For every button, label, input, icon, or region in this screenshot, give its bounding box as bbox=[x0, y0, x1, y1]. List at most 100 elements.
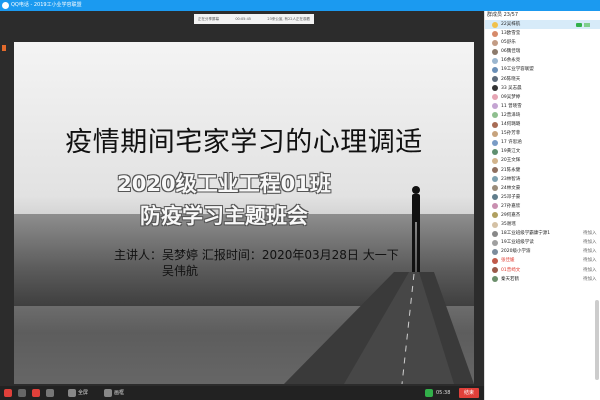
member-name: 张佳媛 bbox=[501, 258, 515, 264]
member-row[interactable]: 01曾崎文 待加入 bbox=[485, 266, 600, 275]
member-status: 待加入 bbox=[583, 249, 597, 255]
slide-title: 疫情期间宅家学习的心理调适 bbox=[65, 127, 423, 158]
avatar bbox=[492, 267, 498, 274]
member-row[interactable]: 张佳媛 待加入 bbox=[485, 256, 600, 265]
avatar bbox=[492, 276, 498, 283]
member-row[interactable]: 22吴梓航 bbox=[485, 20, 600, 30]
member-row[interactable]: 19黄江文 bbox=[485, 147, 600, 156]
avatar bbox=[492, 221, 498, 228]
member-row[interactable]: 14何璐璐 bbox=[485, 120, 600, 129]
member-name: 21陈永健 bbox=[501, 167, 521, 173]
member-row[interactable]: 19工业学容联盟 bbox=[485, 65, 600, 74]
avatar bbox=[492, 139, 498, 146]
avatar bbox=[492, 203, 498, 210]
member-status: 待加入 bbox=[583, 276, 597, 282]
end-call-button[interactable]: 结束 bbox=[459, 388, 479, 398]
member-name: 24林文豪 bbox=[501, 185, 521, 191]
share-status-text: 正在分享屏幕 bbox=[198, 16, 219, 21]
member-row[interactable]: 23林智涛 bbox=[485, 175, 600, 184]
member-row[interactable]: 15孙芳菲 bbox=[485, 129, 600, 138]
fullscreen-label[interactable]: 全屏 bbox=[78, 390, 88, 396]
member-row[interactable]: 27孙嘉欣 bbox=[485, 202, 600, 211]
avatar bbox=[492, 48, 498, 55]
avatar bbox=[492, 76, 498, 83]
member-name: 19工业班级学读 bbox=[501, 240, 534, 246]
screen-share-stage: 疫情期间宅家学习的心理调适 2020级工业工程01班 防疫学习主题班会 主讲人：… bbox=[0, 11, 484, 400]
member-row[interactable]: 06魏佳瑞 bbox=[485, 47, 600, 56]
member-name: 33 吴志晨 bbox=[501, 85, 522, 91]
member-list-scrollbar[interactable] bbox=[595, 300, 599, 380]
avatar bbox=[492, 148, 498, 155]
fullscreen-icon[interactable] bbox=[68, 389, 76, 397]
member-row[interactable]: 05舒乐 bbox=[485, 38, 600, 47]
slide-speaker-line: 主讲人：吴梦婷 汇报时间：2020年03月28日 大一下 bbox=[114, 248, 399, 262]
camera-off-icon[interactable] bbox=[32, 389, 40, 397]
avatar bbox=[492, 257, 498, 264]
member-panel: 群成员 23/57 22吴梓航 13欧雪莹 05舒乐 06魏佳瑞 16余永亮 19工业学容… bbox=[484, 11, 600, 400]
member-row[interactable]: 秦天若鹤 待加入 bbox=[485, 275, 600, 284]
member-row[interactable]: 24林文豪 bbox=[485, 184, 600, 193]
member-row[interactable]: 13欧雪莹 bbox=[485, 29, 600, 38]
member-name: 12曾泽琦 bbox=[501, 112, 521, 118]
call-control-bar: 全屏 画框 05:38 结束 bbox=[0, 386, 484, 400]
member-name: 18工业班级学霸康宁源1 bbox=[501, 231, 551, 237]
member-row[interactable]: 33 吴志晨 bbox=[485, 84, 600, 93]
member-name: 13欧雪莹 bbox=[501, 31, 521, 37]
avatar bbox=[492, 94, 498, 101]
avatar bbox=[492, 103, 498, 110]
shared-slide: 疫情期间宅家学习的心理调适 2020级工业工程01班 防疫学习主题班会 主讲人：… bbox=[14, 42, 474, 384]
avatar bbox=[492, 121, 498, 128]
member-name: 06魏佳瑞 bbox=[501, 49, 521, 55]
member-row[interactable]: 26陈晓天 bbox=[485, 75, 600, 84]
member-row[interactable]: 19工业班级学读 待加入 bbox=[485, 238, 600, 247]
slide-subtitle-class: 2020级工业工程01班 bbox=[117, 172, 331, 196]
member-row[interactable]: 11 曾晓雪 bbox=[485, 102, 600, 111]
avatar bbox=[492, 66, 498, 73]
member-row[interactable]: 17 许思涵 bbox=[485, 138, 600, 147]
member-name: 09吴梦婷 bbox=[501, 94, 521, 100]
avatar bbox=[492, 130, 498, 137]
member-status: 待加入 bbox=[583, 240, 597, 246]
viewer-count-text: 23来公宣, 有22人正在观看 bbox=[267, 16, 310, 21]
avatar bbox=[492, 85, 498, 92]
avatar bbox=[492, 185, 498, 192]
speaker-icon[interactable] bbox=[18, 389, 26, 397]
member-row[interactable]: 25邓子豪 bbox=[485, 193, 600, 202]
member-name: 19黄江文 bbox=[501, 149, 521, 155]
member-name: 2020级小学渝 bbox=[501, 249, 531, 255]
member-name: 35谢瑶 bbox=[501, 222, 516, 228]
member-name: 19工业学容联盟 bbox=[501, 67, 534, 73]
member-row[interactable]: 35谢瑶 bbox=[485, 220, 600, 229]
avatar bbox=[492, 248, 498, 255]
frame-label[interactable]: 画框 bbox=[114, 390, 124, 396]
avatar bbox=[492, 157, 498, 164]
mic-icon[interactable] bbox=[4, 389, 12, 397]
share-timer: 00:05:45 bbox=[235, 17, 252, 21]
member-row[interactable]: 20王文辉 bbox=[485, 156, 600, 165]
avatar bbox=[492, 230, 498, 237]
member-row[interactable]: 18工业班级学霸康宁源1 待加入 bbox=[485, 229, 600, 238]
member-name: 11 曾晓雪 bbox=[501, 103, 522, 109]
avatar bbox=[492, 167, 498, 173]
avatar bbox=[492, 30, 498, 37]
member-row[interactable]: 21陈永健 bbox=[485, 166, 600, 175]
window-titlebar: QQ电话 - 2019工小业学容联盟 bbox=[0, 0, 600, 11]
member-row[interactable]: 12曾泽琦 bbox=[485, 111, 600, 120]
member-status: 待加入 bbox=[583, 258, 597, 264]
member-status: 待加入 bbox=[583, 231, 597, 237]
member-row[interactable]: 2020级小学渝 待加入 bbox=[485, 247, 600, 256]
avatar bbox=[492, 112, 498, 119]
avatar bbox=[492, 194, 498, 201]
call-timer: 05:38 bbox=[436, 390, 451, 396]
member-name: 15孙芳菲 bbox=[501, 131, 521, 137]
frame-icon[interactable] bbox=[104, 389, 112, 397]
share-notice-bar: 正在分享屏幕 00:05:45 23来公宣, 有22人正在观看 bbox=[194, 14, 314, 24]
member-row[interactable]: 29何嘉杰 bbox=[485, 211, 600, 220]
member-row[interactable]: 09吴梦婷 bbox=[485, 93, 600, 102]
member-row[interactable]: 16余永亮 bbox=[485, 56, 600, 65]
member-name: 27孙嘉欣 bbox=[501, 203, 521, 209]
screen-share-icon[interactable] bbox=[46, 389, 54, 397]
member-name: 秦天若鹤 bbox=[501, 276, 519, 282]
member-list: 22吴梓航 13欧雪莹 05舒乐 06魏佳瑞 16余永亮 19工业学容联盟 26陈晓天 33 … bbox=[485, 20, 600, 284]
member-name: 05舒乐 bbox=[501, 40, 516, 46]
